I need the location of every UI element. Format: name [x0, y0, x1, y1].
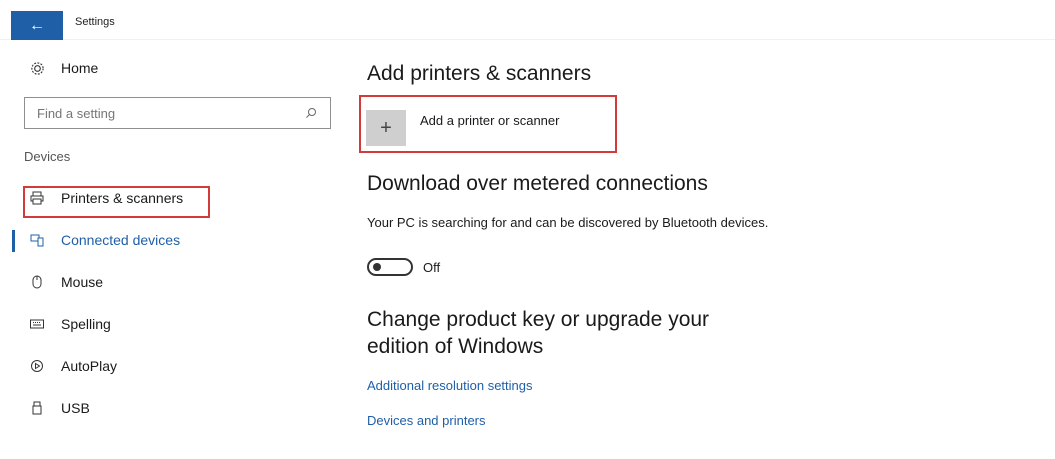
mouse-icon	[29, 274, 45, 290]
sidebar-item-label: USB	[61, 400, 90, 416]
search-icon[interactable]	[300, 102, 322, 124]
highlight-box	[359, 95, 617, 153]
sidebar-item-autoplay[interactable]: AutoPlay	[29, 358, 117, 374]
heading-add-printers: Add printers & scanners	[367, 62, 592, 85]
link-devices-printers[interactable]: Devices and printers	[367, 413, 486, 428]
home-label: Home	[61, 60, 99, 76]
sidebar: Home Devices Printers & scanners Connect…	[0, 40, 331, 459]
sidebar-item-label: AutoPlay	[61, 358, 118, 374]
sidebar-item-connected-devices[interactable]: Connected devices	[29, 232, 180, 248]
heading-download-metered: Download over metered connections	[367, 172, 708, 195]
usb-icon	[29, 400, 45, 416]
back-button[interactable]: ←	[11, 11, 63, 40]
highlight-box	[23, 186, 210, 218]
sidebar-item-label: Mouse	[61, 274, 104, 290]
search-input[interactable]	[25, 98, 300, 128]
sidebar-item-spelling[interactable]: Spelling	[29, 316, 111, 332]
toggle-row: Off	[367, 258, 440, 276]
window-title: Settings	[75, 16, 115, 28]
search-box[interactable]	[24, 97, 331, 129]
sidebar-item-label: Spelling	[61, 316, 111, 332]
toggle-knob	[373, 263, 381, 271]
nav-home[interactable]: Home	[29, 60, 98, 76]
connected-devices-icon	[29, 232, 45, 248]
sidebar-item-label: Connected devices	[61, 232, 181, 248]
section-label-devices: Devices	[24, 149, 71, 164]
title-bar: ← Settings	[0, 0, 1055, 40]
link-additional-resolution[interactable]: Additional resolution settings	[367, 378, 533, 393]
heading-line-1: Change product key or upgrade your	[367, 308, 710, 331]
active-indicator	[12, 230, 15, 252]
back-arrow-icon: ←	[29, 16, 45, 34]
heading-line-2: edition of Windows	[367, 335, 544, 359]
sidebar-item-mouse[interactable]: Mouse	[29, 274, 103, 290]
gear-icon	[29, 60, 45, 76]
metered-toggle[interactable]	[367, 258, 413, 276]
autoplay-icon	[29, 358, 45, 374]
bluetooth-description: Your PC is searching for and can be disc…	[367, 215, 769, 230]
sidebar-item-usb[interactable]: USB	[29, 400, 90, 416]
heading-product-key: Change product key or upgrade your editi…	[367, 306, 709, 361]
toggle-state-label: Off	[423, 259, 441, 275]
keyboard-icon	[29, 316, 45, 332]
